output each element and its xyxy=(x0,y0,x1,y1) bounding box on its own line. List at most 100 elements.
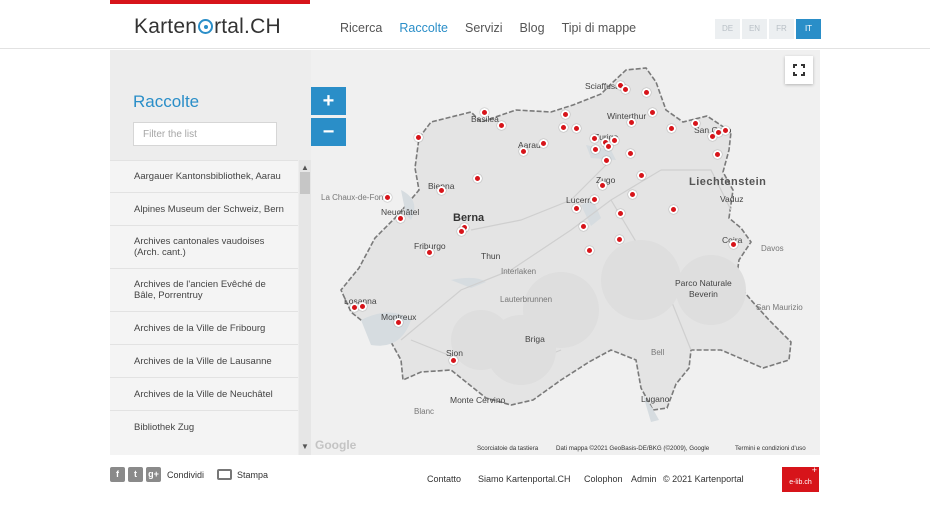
nav-tipi-di-mappe[interactable]: Tipi di mappe xyxy=(562,21,637,35)
print-label[interactable]: Stampa xyxy=(237,470,268,480)
lang-it[interactable]: IT xyxy=(796,19,821,39)
nav-servizi[interactable]: Servizi xyxy=(465,21,503,35)
fullscreen-icon xyxy=(793,72,797,76)
keyboard-shortcuts-link[interactable]: Scorciatoie da tastiera xyxy=(477,445,538,452)
footer-link-admin[interactable]: Admin xyxy=(631,474,657,484)
map-marker[interactable] xyxy=(436,185,446,195)
map-marker[interactable] xyxy=(395,213,405,223)
list-item[interactable]: Archives cantonales vaudoises (Arch. can… xyxy=(110,225,298,268)
map-marker[interactable] xyxy=(518,146,528,156)
map-marker[interactable] xyxy=(571,123,581,133)
map-marker[interactable] xyxy=(456,226,466,236)
lang-fr[interactable]: FR xyxy=(769,19,794,39)
collection-list: Aargauer Kantonsbibliothek, Aarau Alpine… xyxy=(110,160,298,455)
map-marker[interactable] xyxy=(424,247,434,257)
map-marker[interactable] xyxy=(641,87,651,97)
list-item-label: Alpines Museum der Schweiz, Bern xyxy=(134,203,284,215)
scroll-down-icon[interactable]: ▼ xyxy=(299,441,311,453)
google-plus-icon[interactable]: g+ xyxy=(146,467,161,482)
map-marker[interactable] xyxy=(627,189,637,199)
lang-de[interactable]: DE xyxy=(715,19,740,39)
site-header: Karten rtal.CH Ricerca Raccolte Servizi B… xyxy=(0,4,930,49)
map-marker[interactable] xyxy=(538,138,548,148)
map-marker[interactable] xyxy=(393,317,403,327)
footer-link-about[interactable]: Siamo Kartenportal.CH xyxy=(478,474,571,484)
map-marker[interactable] xyxy=(479,107,489,117)
map-marker[interactable] xyxy=(690,118,700,128)
site-logo[interactable]: Karten rtal.CH xyxy=(134,15,281,39)
map-marker[interactable] xyxy=(589,194,599,204)
share-bar: f t g+ Condividi Stampa xyxy=(110,467,268,482)
map-marker[interactable] xyxy=(626,117,636,127)
logo-globe-icon xyxy=(198,19,214,34)
map-marker[interactable] xyxy=(558,122,568,132)
map-data-credit: Dati mappa ©2021 GeoBasis-DE/BKG (©2009)… xyxy=(556,445,710,452)
map-marker[interactable] xyxy=(560,109,570,119)
list-item[interactable]: Alpines Museum der Schweiz, Bern xyxy=(110,192,298,225)
list-item[interactable]: Archives de la Ville de Fribourg xyxy=(110,311,298,344)
map-marker[interactable] xyxy=(625,148,635,158)
nav-blog[interactable]: Blog xyxy=(520,21,545,35)
zoom-out-button[interactable]: − xyxy=(311,118,346,146)
map-attribution: Scorciatoie da tastiera Dati mappa ©2021… xyxy=(311,443,820,455)
nav-raccolte[interactable]: Raccolte xyxy=(399,21,448,35)
collections-sidebar: Raccolte Aargauer Kantonsbibliothek, Aar… xyxy=(110,50,311,455)
map-marker[interactable] xyxy=(620,84,630,94)
list-item-label: Bibliothek Zug xyxy=(134,421,195,433)
map-marker[interactable] xyxy=(728,239,738,249)
map-marker[interactable] xyxy=(712,149,722,159)
elib-badge[interactable]: e-lib.ch xyxy=(782,455,819,492)
map-marker[interactable] xyxy=(382,192,392,202)
map-marker[interactable] xyxy=(636,170,646,180)
map-marker[interactable] xyxy=(578,221,588,231)
list-item-label: Archives cantonales vaudoises (Arch. can… xyxy=(134,236,265,258)
map-marker[interactable] xyxy=(615,208,625,218)
map-marker[interactable] xyxy=(472,173,482,183)
fullscreen-icon xyxy=(801,64,805,68)
collections-map[interactable]: Liechtenstein Berna Zurigo Lucerna Zugo … xyxy=(311,50,820,455)
logo-text-start: Karten xyxy=(134,15,198,38)
map-marker[interactable] xyxy=(668,204,678,214)
share-label[interactable]: Condividi xyxy=(167,470,204,480)
terms-link[interactable]: Termini e condizioni d'uso xyxy=(735,445,806,452)
print-icon[interactable] xyxy=(217,469,233,480)
map-marker[interactable] xyxy=(666,123,676,133)
map-marker[interactable] xyxy=(720,125,730,135)
list-item[interactable]: Bibliothek Zug xyxy=(110,410,298,443)
app-root: Karten rtal.CH Ricerca Raccolte Servizi B… xyxy=(0,0,930,509)
logo-text-end: rtal.CH xyxy=(214,15,281,38)
footer-link-colophon[interactable]: Colophon xyxy=(584,474,623,484)
list-item[interactable]: Archives de la Ville de Neuchâtel xyxy=(110,377,298,410)
twitter-icon[interactable]: t xyxy=(128,467,143,482)
map-marker[interactable] xyxy=(589,133,599,143)
map-marker[interactable] xyxy=(609,135,619,145)
map-marker[interactable] xyxy=(448,355,458,365)
map-marker[interactable] xyxy=(496,120,506,130)
list-item[interactable]: Archives de l'ancien Evêché de Bâle, Por… xyxy=(110,268,298,311)
sidebar-title: Raccolte xyxy=(133,92,200,111)
list-item-label: Aargauer Kantonsbibliothek, Aarau xyxy=(134,171,281,182)
nav-ricerca[interactable]: Ricerca xyxy=(340,21,382,35)
scroll-thumb[interactable] xyxy=(300,172,310,194)
list-item-label: Archives de l'ancien Evêché de Bâle, Por… xyxy=(134,279,266,301)
map-marker[interactable] xyxy=(571,203,581,213)
list-item-label: Archives de la Ville de Lausanne xyxy=(134,355,272,367)
footer-copyright: © 2021 Kartenportal xyxy=(663,474,744,484)
map-marker[interactable] xyxy=(357,301,367,311)
map-marker[interactable] xyxy=(614,234,624,244)
list-item[interactable]: Aargauer Kantonsbibliothek, Aarau xyxy=(110,160,298,192)
zoom-in-button[interactable]: + xyxy=(311,87,346,115)
map-marker[interactable] xyxy=(590,144,600,154)
map-marker[interactable] xyxy=(597,180,607,190)
footer-link-contatto[interactable]: Contatto xyxy=(427,474,461,484)
map-marker[interactable] xyxy=(584,245,594,255)
lang-en[interactable]: EN xyxy=(742,19,767,39)
filter-input[interactable] xyxy=(133,122,277,146)
map-marker[interactable] xyxy=(647,107,657,117)
fullscreen-button[interactable] xyxy=(785,56,813,84)
map-marker[interactable] xyxy=(601,155,611,165)
facebook-icon[interactable]: f xyxy=(110,467,125,482)
list-scrollbar[interactable]: ▲ ▼ xyxy=(299,160,311,455)
list-item[interactable]: Archives de la Ville de Lausanne xyxy=(110,344,298,377)
map-marker[interactable] xyxy=(413,132,423,142)
